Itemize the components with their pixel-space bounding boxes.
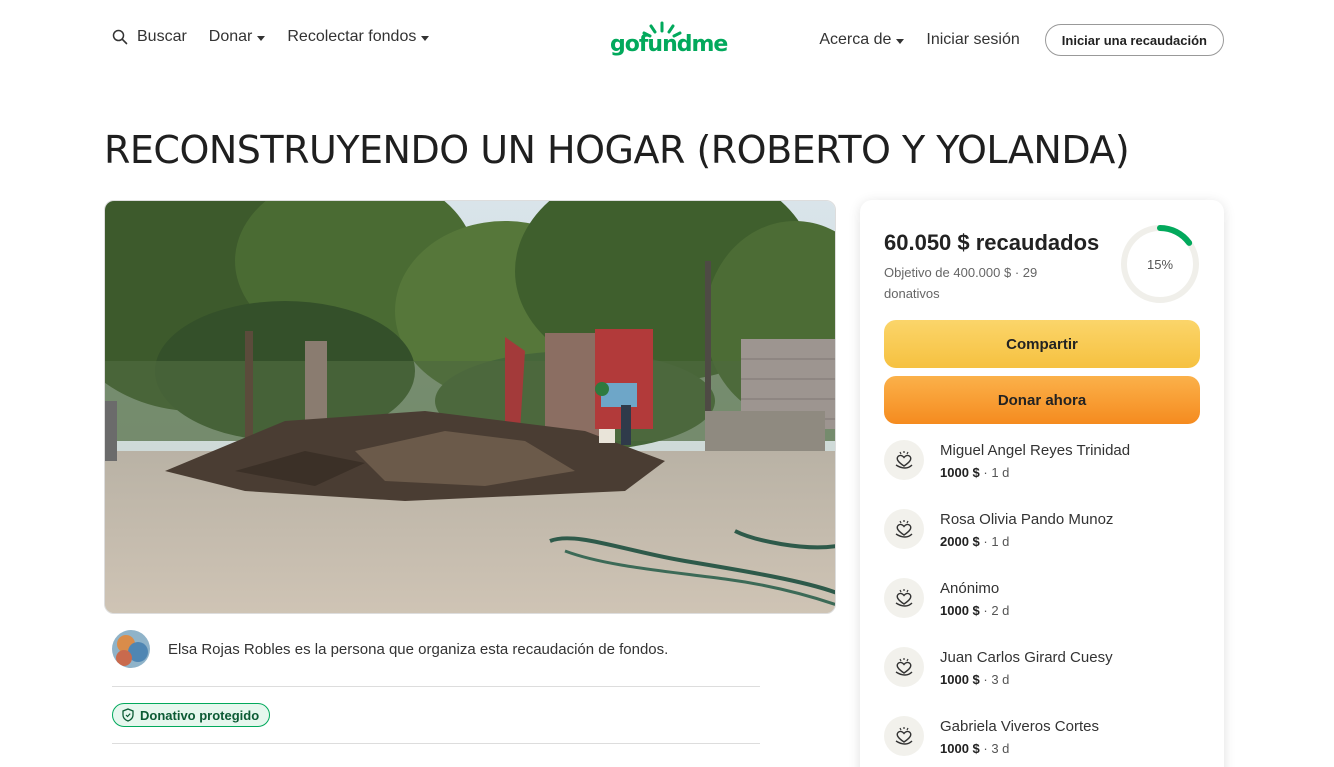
fundraise-menu[interactable]: Recolectar fondos xyxy=(287,28,430,46)
donate-menu-label: Donar xyxy=(208,28,253,45)
donor-item: Gabriela Viveros Cortes 1000 $ · 3 d xyxy=(884,716,1200,762)
donor-item: Juan Carlos Girard Cuesy 1000 $ · 3 d xyxy=(884,647,1200,693)
donate-now-label: Donar ahora xyxy=(997,391,1087,409)
heart-hand-icon xyxy=(884,716,924,756)
campaign-title: RECONSTRUYENDO UN HOGAR (ROBERTO Y YOLAN… xyxy=(104,128,1130,172)
donate-menu[interactable]: Donar xyxy=(209,28,266,46)
signin-link[interactable]: Iniciar sesión xyxy=(926,31,1019,49)
about-menu-label: Acerca de xyxy=(819,31,892,48)
goal-text: Objetivo de 400.000 $ · 29 donativos xyxy=(884,265,1038,301)
protected-donation-badge[interactable]: Donativo protegido xyxy=(112,703,271,727)
start-fundraiser-button[interactable]: Iniciar una recaudación xyxy=(1044,24,1224,56)
chevron-down-icon xyxy=(257,35,266,41)
donor-item: Miguel Angel Reyes Trinidad 1000 $ · 1 d xyxy=(884,440,1200,486)
share-button-label: Compartir xyxy=(1006,335,1078,353)
progress-percent-label: 15% xyxy=(1146,256,1174,272)
organizer-row: Elsa Rojas Robles es la persona que orga… xyxy=(112,630,668,668)
donor-time: · 3 d xyxy=(979,672,1010,687)
raised-amount: 60.050 $ recaudados xyxy=(884,230,1100,255)
donor-amount: 1000 $ xyxy=(940,465,980,480)
gofundme-logo[interactable]: gofundme xyxy=(610,20,728,60)
campaign-hero-image[interactable] xyxy=(104,200,836,614)
donor-meta: 1000 $ · 3 d xyxy=(940,741,1009,756)
shield-icon xyxy=(122,708,134,722)
search-icon xyxy=(112,29,128,45)
donor-name: Rosa Olivia Pando Munoz xyxy=(940,511,1114,528)
chevron-down-icon xyxy=(896,38,905,44)
donate-now-button[interactable]: Donar ahora xyxy=(884,376,1200,424)
heart-hand-icon xyxy=(884,647,924,687)
donor-meta: 1000 $ · 2 d xyxy=(940,603,1009,618)
donor-name: Gabriela Viveros Cortes xyxy=(940,718,1099,735)
heart-hand-icon xyxy=(884,440,924,480)
donor-name: Anónimo xyxy=(940,580,1000,597)
site-header: Buscar Donar Recolectar fondos gofundme … xyxy=(0,0,1334,80)
donor-time: · 2 d xyxy=(979,603,1010,618)
heart-hand-icon xyxy=(884,509,924,549)
nav-left: Buscar Donar Recolectar fondos xyxy=(112,28,451,46)
donation-card: 60.050 $ recaudados Objetivo de 400.000 … xyxy=(860,200,1224,767)
donor-amount: 1000 $ xyxy=(940,672,980,687)
donor-meta: 2000 $ · 1 d xyxy=(940,534,1009,549)
heart-hand-icon xyxy=(884,578,924,618)
donor-time: · 3 d xyxy=(979,741,1010,756)
donor-amount: 1000 $ xyxy=(940,741,980,756)
badge-label: Donativo protegido xyxy=(140,707,260,723)
organizer-text: Elsa Rojas Robles es la persona que orga… xyxy=(168,640,669,658)
start-fundraiser-label: Iniciar una recaudación xyxy=(1061,32,1207,48)
donor-meta: 1000 $ · 1 d xyxy=(940,465,1009,480)
share-button[interactable]: Compartir xyxy=(884,320,1200,368)
donor-name: Miguel Angel Reyes Trinidad xyxy=(940,442,1131,459)
donor-time: · 1 d xyxy=(979,534,1010,549)
search-label: Buscar xyxy=(137,28,187,45)
chevron-down-icon xyxy=(421,35,430,41)
fundraise-menu-label: Recolectar fondos xyxy=(287,28,417,45)
donor-amount: 1000 $ xyxy=(940,603,980,618)
organizer-avatar[interactable] xyxy=(112,630,150,668)
divider xyxy=(112,743,760,744)
donor-item: Anónimo 1000 $ · 2 d xyxy=(884,578,1200,624)
donor-name: Juan Carlos Girard Cuesy xyxy=(940,649,1113,666)
divider xyxy=(112,686,760,687)
donor-meta: 1000 $ · 3 d xyxy=(940,672,1009,687)
donor-time: · 1 d xyxy=(979,465,1010,480)
signin-label: Iniciar sesión xyxy=(926,31,1020,48)
nav-right: Acerca de Iniciar sesión Iniciar una rec… xyxy=(819,24,1224,56)
search-link[interactable]: Buscar xyxy=(112,28,187,46)
about-menu[interactable]: Acerca de xyxy=(819,31,905,49)
donor-amount: 2000 $ xyxy=(940,534,980,549)
donor-item: Rosa Olivia Pando Munoz 2000 $ · 1 d xyxy=(884,509,1200,555)
logo-text: gofundme xyxy=(610,32,728,57)
